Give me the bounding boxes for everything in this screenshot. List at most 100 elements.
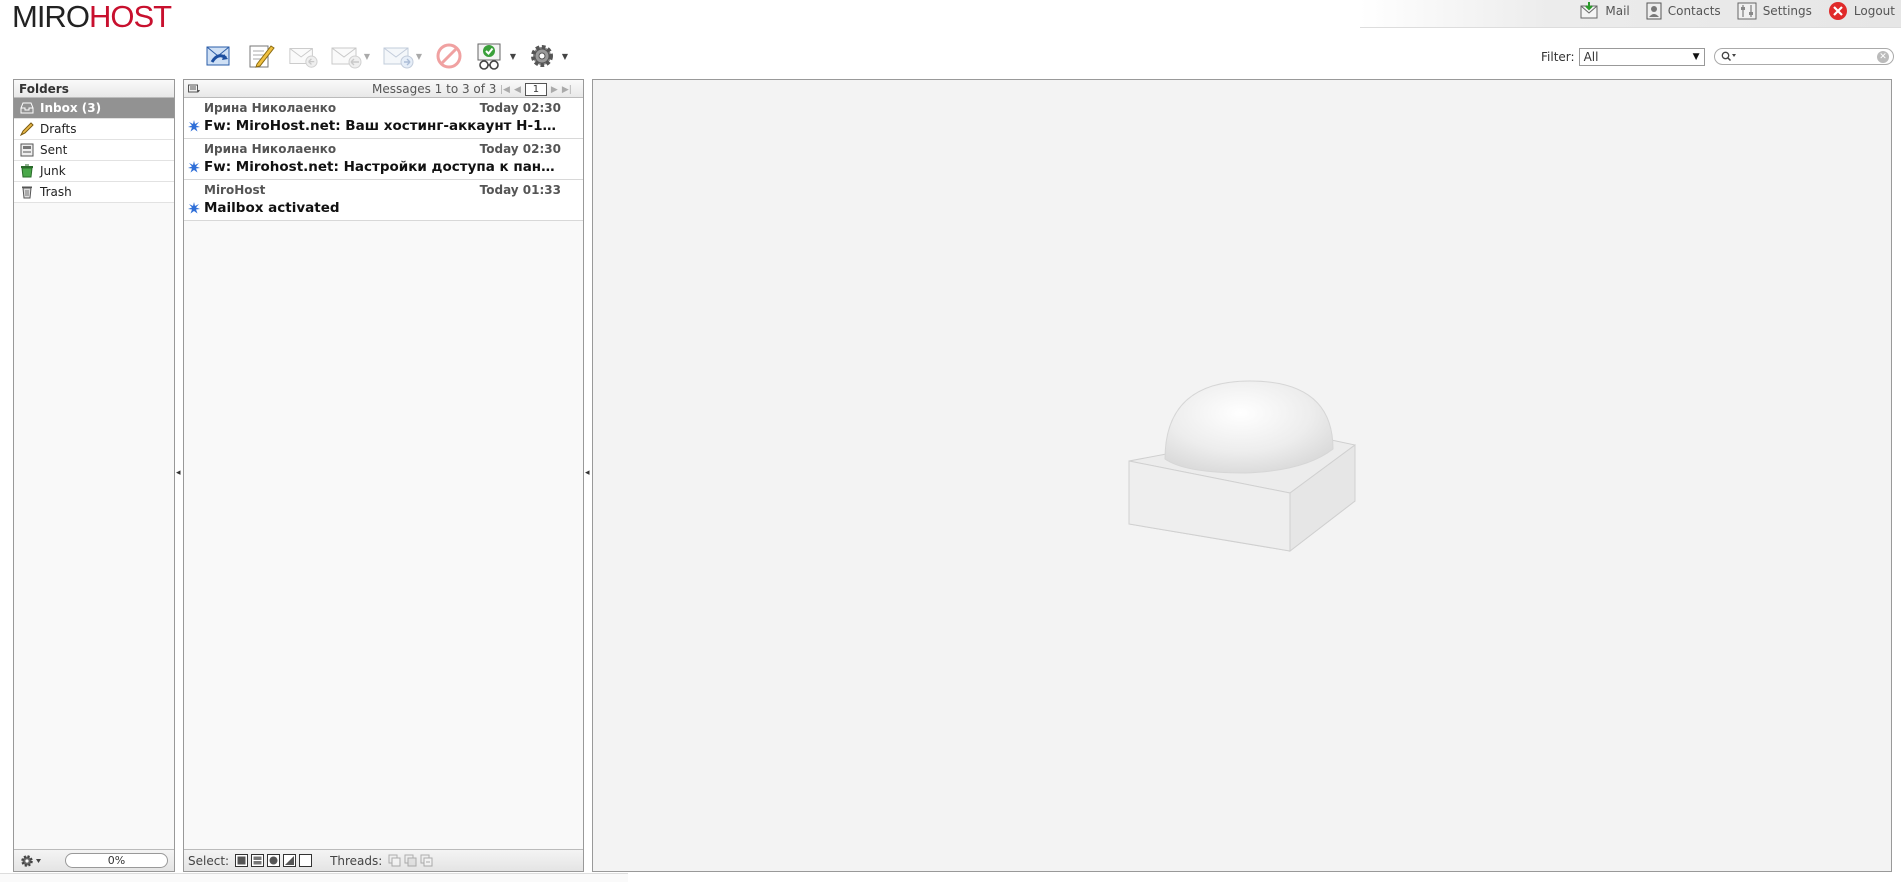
forward-dropdown-arrow[interactable]: ▼ xyxy=(416,52,422,61)
select-buttons xyxy=(235,854,313,867)
reply-all-button[interactable]: ▼ xyxy=(330,41,370,71)
select-all-icon[interactable] xyxy=(235,854,249,867)
nav-contacts[interactable]: Contacts xyxy=(1646,2,1721,20)
message-row[interactable]: MiroHost Today 01:33 Mailbox activated xyxy=(184,180,583,221)
nav-logout-label: Logout xyxy=(1853,4,1895,18)
folders-footer: 0% xyxy=(14,849,174,871)
message-from: Ирина Николаенко xyxy=(204,101,337,115)
forward-icon xyxy=(383,47,414,69)
quota-display: 0% xyxy=(65,853,168,868)
folders-title: Folders xyxy=(14,80,174,98)
message-filter: Filter: All ▼ xyxy=(1541,47,1705,67)
filter-selected-value: All xyxy=(1583,50,1599,64)
folder-junk[interactable]: Junk xyxy=(14,161,174,182)
first-page-icon[interactable]: |◀ xyxy=(500,85,510,95)
trash-icon xyxy=(22,186,32,199)
message-list-footer: Select: Threads: xyxy=(184,849,583,871)
compose-button[interactable] xyxy=(246,41,276,71)
compose-icon xyxy=(249,45,275,68)
settings-icon xyxy=(1737,2,1757,20)
message-date: Today 02:30 xyxy=(479,142,561,156)
collapse-all-threads-icon[interactable] xyxy=(420,854,433,867)
page-number-input[interactable]: 1 xyxy=(524,83,547,96)
logo-text-part1: MIRO xyxy=(12,0,90,34)
folder-trash[interactable]: Trash xyxy=(14,182,174,203)
message-from: MiroHost xyxy=(204,183,266,197)
chevron-down-icon: ▼ xyxy=(1692,52,1700,62)
junk-icon xyxy=(21,164,33,178)
message-subject: Fw: Mirohost.net: Настройки доступа к па… xyxy=(204,159,559,175)
search-icon[interactable] xyxy=(1721,51,1737,62)
mirohost-logo[interactable]: MIROHOST xyxy=(12,0,172,34)
message-row[interactable]: Ирина Николаенко Today 02:30 Fw: Mirohos… xyxy=(184,139,583,180)
delete-icon xyxy=(436,43,462,69)
select-page-icon[interactable] xyxy=(251,854,265,867)
reply-all-dropdown-arrow[interactable]: ▼ xyxy=(364,52,370,61)
thread-buttons xyxy=(388,854,433,867)
message-subject: Fw: MiroHost.net: Ваш хостинг-аккаунт H-… xyxy=(204,118,559,134)
reply-icon xyxy=(289,48,318,68)
nav-logout[interactable]: Logout xyxy=(1828,1,1895,21)
webmail-app: MIROHOST Mail Contacts Settings Logout ▼… xyxy=(0,0,1901,882)
select-unread-icon[interactable] xyxy=(267,854,281,867)
forward-button[interactable]: ▼ xyxy=(382,41,422,71)
message-from: Ирина Николаенко xyxy=(204,142,337,156)
filter-select[interactable]: All ▼ xyxy=(1578,48,1705,66)
unread-star-icon[interactable] xyxy=(188,161,200,173)
expand-all-threads-icon[interactable] xyxy=(388,854,401,867)
status-bar xyxy=(0,873,628,882)
list-options-icon[interactable] xyxy=(188,84,200,94)
quick-search-input[interactable]: ✕ xyxy=(1714,48,1894,65)
message-date: Today 02:30 xyxy=(479,101,561,115)
mark-button[interactable]: ▼ xyxy=(476,41,516,71)
message-row[interactable]: Ирина Николаенко Today 02:30 Fw: MiroHos… xyxy=(184,98,583,139)
folder-trash-label: Trash xyxy=(40,185,72,199)
clear-search-icon[interactable]: ✕ xyxy=(1877,51,1889,63)
select-none-icon[interactable] xyxy=(299,854,313,867)
more-actions-button[interactable]: ▼ xyxy=(528,41,568,71)
nav-contacts-label: Contacts xyxy=(1667,4,1721,18)
mark-icon xyxy=(477,43,501,70)
filter-label: Filter: xyxy=(1541,50,1575,64)
inbox-icon xyxy=(20,102,34,114)
last-page-icon[interactable]: ▶| xyxy=(562,85,572,95)
expand-unread-threads-icon[interactable] xyxy=(404,854,417,867)
folder-inbox[interactable]: Inbox (3) xyxy=(14,98,174,119)
folder-actions-gear-icon[interactable] xyxy=(20,854,44,868)
message-list-splitter[interactable]: ◂ xyxy=(585,468,590,478)
folder-drafts[interactable]: Drafts xyxy=(14,119,174,140)
drafts-icon xyxy=(20,122,34,136)
contacts-icon xyxy=(1646,2,1662,20)
more-dropdown-arrow[interactable]: ▼ xyxy=(562,52,568,61)
nav-mail[interactable]: Mail xyxy=(1579,2,1630,20)
folders-panel: Folders Inbox (3) Drafts Sent Junk Trash… xyxy=(13,79,175,872)
folders-splitter[interactable]: ◂ xyxy=(176,468,181,478)
message-list-header: Messages 1 to 3 of 3 |◀ ◀ 1 ▶ ▶| xyxy=(184,80,583,98)
folder-inbox-label: Inbox (3) xyxy=(40,101,102,115)
message-preview-pane xyxy=(592,79,1892,872)
previous-page-icon[interactable]: ◀ xyxy=(514,85,521,95)
mark-dropdown-arrow[interactable]: ▼ xyxy=(510,52,516,61)
refresh-mail-icon xyxy=(206,46,230,66)
top-navigation: Mail Contacts Settings Logout xyxy=(1579,0,1895,22)
delete-button[interactable] xyxy=(434,41,464,71)
nav-mail-label: Mail xyxy=(1605,4,1630,18)
check-mail-button[interactable] xyxy=(204,41,234,71)
nav-settings[interactable]: Settings xyxy=(1737,2,1812,20)
next-page-icon[interactable]: ▶ xyxy=(551,85,558,95)
message-list-panel: Messages 1 to 3 of 3 |◀ ◀ 1 ▶ ▶| Ирина Н… xyxy=(183,79,584,872)
folder-sent[interactable]: Sent xyxy=(14,140,174,161)
message-count: Messages 1 to 3 of 3 xyxy=(372,82,497,96)
reply-button[interactable] xyxy=(288,41,318,71)
select-invert-icon[interactable] xyxy=(283,854,297,867)
unread-star-icon[interactable] xyxy=(188,120,200,132)
nav-settings-label: Settings xyxy=(1762,4,1812,18)
select-label: Select: xyxy=(188,853,230,868)
message-date: Today 01:33 xyxy=(479,183,561,197)
mail-toolbar: ▼ ▼ ▼ ▼ xyxy=(204,40,568,72)
watermark-box-dome-image xyxy=(1128,380,1356,553)
folder-drafts-label: Drafts xyxy=(40,122,77,136)
unread-star-icon[interactable] xyxy=(188,202,200,214)
reply-all-icon xyxy=(331,47,362,69)
logo-text-part2: HOST xyxy=(88,0,172,34)
